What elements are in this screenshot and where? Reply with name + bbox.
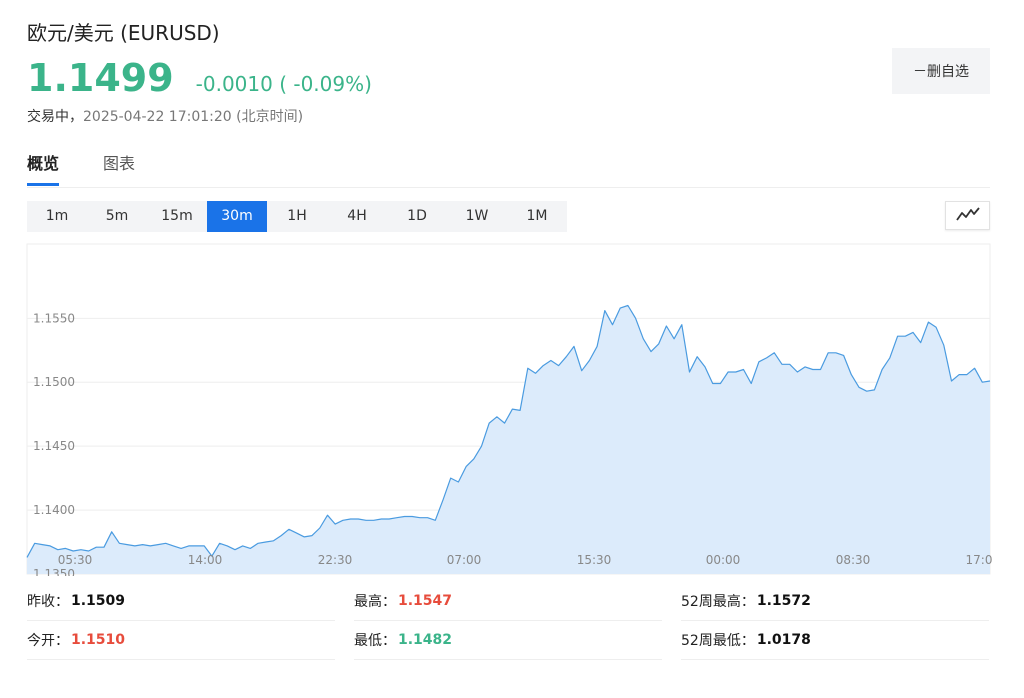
instrument-title: 欧元/美元 (EURUSD)	[27, 21, 220, 45]
stat-label: 52周最低：	[681, 633, 755, 649]
stat-open: 今开： 1.1510	[27, 621, 335, 660]
y-tick-label: 1.1500	[33, 375, 75, 389]
x-tick-label: 08:30	[836, 553, 871, 567]
interval-4h[interactable]: 4H	[327, 201, 387, 232]
tab-chart[interactable]: 图表	[103, 150, 135, 186]
x-tick-label: 22:30	[318, 553, 353, 567]
x-tick-label: 15:30	[577, 553, 612, 567]
stat-value: 1.1510	[71, 632, 126, 648]
interval-1d[interactable]: 1D	[387, 201, 447, 232]
trading-status: 交易中，2025-04-22 17:01:20 (北京时间)	[27, 106, 303, 126]
tab-overview[interactable]: 概览	[27, 150, 60, 186]
trading-status-label: 交易中，	[27, 109, 83, 125]
x-tick-label: 00:00	[706, 553, 741, 567]
chart-type-button[interactable]	[945, 201, 990, 230]
interval-5m[interactable]: 5m	[87, 201, 147, 232]
stats-row: 今开： 1.1510 最低： 1.1482 52周最低： 1.0178	[27, 621, 990, 660]
interval-15m[interactable]: 15m	[147, 201, 207, 232]
interval-30m[interactable]: 30m	[207, 201, 267, 232]
stat-low: 最低： 1.1482	[354, 621, 662, 660]
y-axis-ticks: 1.1350 1.1400 1.1450 1.1500 1.1550	[33, 311, 75, 576]
stat-high: 最高： 1.1547	[354, 582, 662, 621]
stats-row: 昨收： 1.1509 最高： 1.1547 52周最高： 1.1572	[27, 582, 990, 621]
y-tick-label: 1.1450	[33, 439, 75, 453]
y-tick-label: 1.1350	[33, 567, 75, 576]
interval-selector: 1m 5m 15m 30m 1H 4H 1D 1W 1M	[27, 201, 567, 232]
stat-52w-low: 52周最低： 1.0178	[681, 621, 989, 660]
y-tick-label: 1.1550	[33, 311, 75, 325]
remove-watchlist-button[interactable]: －删自选	[892, 48, 990, 94]
stat-label: 最低：	[354, 633, 396, 649]
x-tick-label: 17:0	[966, 553, 993, 567]
stats-panel: 昨收： 1.1509 最高： 1.1547 52周最高： 1.1572 今开： …	[27, 582, 990, 660]
x-tick-label: 07:00	[447, 553, 482, 567]
quote-timestamp: 2025-04-22 17:01:20 (北京时间)	[83, 109, 304, 125]
tab-bar: 概览 图表	[27, 150, 179, 186]
y-tick-label: 1.1400	[33, 503, 75, 517]
price-change: -0.0010 ( -0.09%)	[195, 72, 372, 96]
stat-label: 最高：	[354, 594, 396, 610]
stat-label: 52周最高：	[681, 594, 755, 610]
stat-label: 今开：	[27, 633, 69, 649]
stat-value: 1.1572	[756, 593, 811, 609]
price-chart[interactable]: 1.1350 1.1400 1.1450 1.1500 1.1550 05:30 14:0…	[0, 240, 1024, 576]
x-tick-label: 05:30	[58, 553, 93, 567]
x-tick-label: 14:00	[188, 553, 223, 567]
interval-1w[interactable]: 1W	[447, 201, 507, 232]
interval-1mo[interactable]: 1M	[507, 201, 567, 232]
tab-divider	[27, 187, 990, 188]
stat-value: 1.1547	[398, 593, 453, 609]
price-row: 1.1499 -0.0010 ( -0.09%)	[27, 56, 372, 100]
stat-prev-close: 昨收： 1.1509	[27, 582, 335, 621]
stat-label: 昨收：	[27, 594, 69, 610]
interval-1h[interactable]: 1H	[267, 201, 327, 232]
current-price: 1.1499	[27, 56, 174, 100]
stat-52w-high: 52周最高： 1.1572	[681, 582, 989, 621]
stat-value: 1.0178	[756, 632, 811, 648]
price-area	[27, 305, 990, 574]
stat-value: 1.1509	[71, 593, 126, 609]
line-chart-icon	[955, 206, 980, 225]
stat-value: 1.1482	[398, 632, 453, 648]
interval-1m[interactable]: 1m	[27, 201, 87, 232]
